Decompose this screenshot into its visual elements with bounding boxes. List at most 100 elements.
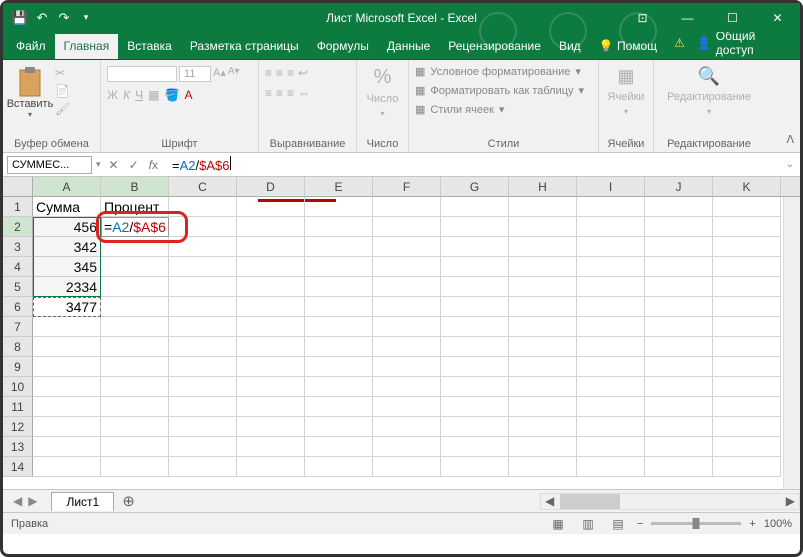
cell[interactable] [577, 257, 645, 277]
bold-icon[interactable]: Ж [107, 88, 118, 102]
cell[interactable] [373, 277, 441, 297]
vertical-scrollbar[interactable] [783, 197, 800, 489]
cell[interactable] [645, 417, 713, 437]
font-color-icon[interactable]: A [184, 88, 192, 102]
cell[interactable] [645, 257, 713, 277]
page-break-view-icon[interactable]: ▤ [607, 515, 629, 533]
decrease-font-icon[interactable]: A▾ [228, 66, 240, 82]
cell[interactable] [645, 337, 713, 357]
cell[interactable] [305, 397, 373, 417]
underline-icon[interactable]: Ч [135, 88, 143, 102]
cell[interactable] [441, 337, 509, 357]
cell-b1[interactable]: Процент [101, 197, 169, 217]
cell[interactable] [509, 197, 577, 217]
cell[interactable] [713, 377, 781, 397]
tab-home[interactable]: Главная [55, 34, 119, 59]
border-icon[interactable]: ▦ [148, 88, 159, 102]
cell[interactable] [373, 197, 441, 217]
cell[interactable] [373, 337, 441, 357]
fill-color-icon[interactable]: 🪣 [165, 88, 180, 102]
col-header-h[interactable]: H [509, 177, 577, 196]
cell-b2[interactable]: =A2/$A$6 [101, 217, 169, 237]
cell[interactable] [441, 377, 509, 397]
cell-a2[interactable]: 456 [33, 217, 101, 237]
cell[interactable] [305, 317, 373, 337]
row-header[interactable]: 4 [3, 257, 33, 277]
cell[interactable] [509, 317, 577, 337]
cell[interactable] [441, 317, 509, 337]
cell[interactable] [713, 397, 781, 417]
cell-a1[interactable]: Сумма [33, 197, 101, 217]
minimize-icon[interactable]: ― [665, 3, 710, 32]
cell[interactable] [713, 457, 781, 477]
cell[interactable] [305, 257, 373, 277]
cell[interactable] [645, 297, 713, 317]
cell[interactable] [237, 437, 305, 457]
copy-icon[interactable]: 📄 [55, 84, 70, 98]
cell[interactable] [237, 217, 305, 237]
cell[interactable] [509, 377, 577, 397]
row-header[interactable]: 9 [3, 357, 33, 377]
new-sheet-icon[interactable]: ⊕ [114, 492, 143, 510]
cell[interactable] [713, 197, 781, 217]
align-center-icon[interactable]: ≡ [276, 86, 283, 100]
cell[interactable] [237, 417, 305, 437]
tab-data[interactable]: Данные [378, 34, 439, 59]
cell[interactable] [509, 237, 577, 257]
cell[interactable] [577, 197, 645, 217]
cell[interactable] [373, 317, 441, 337]
normal-view-icon[interactable]: ▦ [547, 515, 569, 533]
row-header[interactable]: 8 [3, 337, 33, 357]
zoom-in-icon[interactable]: + [749, 518, 755, 530]
cell[interactable] [509, 337, 577, 357]
col-header-i[interactable]: I [577, 177, 645, 196]
cell[interactable] [33, 437, 101, 457]
cell[interactable] [169, 317, 237, 337]
cell[interactable] [237, 337, 305, 357]
align-middle-icon[interactable]: ≡ [276, 66, 283, 80]
horizontal-scrollbar[interactable]: ◀ ▶ [540, 493, 800, 510]
scroll-thumb[interactable] [560, 494, 620, 509]
cell[interactable] [713, 437, 781, 457]
cell[interactable] [237, 257, 305, 277]
cell[interactable] [577, 337, 645, 357]
cell[interactable] [101, 317, 169, 337]
cell[interactable] [373, 217, 441, 237]
cell[interactable] [441, 217, 509, 237]
cell[interactable] [237, 297, 305, 317]
cell[interactable] [373, 437, 441, 457]
cell[interactable] [169, 197, 237, 217]
cell[interactable] [441, 357, 509, 377]
cell[interactable] [713, 237, 781, 257]
cell[interactable] [169, 357, 237, 377]
cell[interactable] [33, 457, 101, 477]
cell[interactable] [441, 457, 509, 477]
merge-icon[interactable]: ⇔ [298, 86, 310, 100]
cell[interactable] [713, 337, 781, 357]
align-left-icon[interactable]: ≡ [265, 86, 272, 100]
cancel-formula-icon[interactable]: ✕ [109, 158, 119, 172]
cell[interactable] [169, 457, 237, 477]
cell[interactable] [237, 377, 305, 397]
cell[interactable] [509, 277, 577, 297]
cell[interactable] [101, 237, 169, 257]
scroll-right-icon[interactable]: ▶ [782, 494, 799, 508]
cell[interactable] [305, 277, 373, 297]
cell[interactable] [441, 257, 509, 277]
qat-dropdown-icon[interactable]: ▾ [77, 9, 95, 27]
cell[interactable] [305, 437, 373, 457]
cell-a6[interactable]: 3477 [33, 297, 101, 317]
cell[interactable] [577, 277, 645, 297]
cell[interactable] [373, 257, 441, 277]
tab-file[interactable]: Файл [7, 34, 55, 59]
expand-formula-bar-icon[interactable]: ⌄ [780, 159, 800, 170]
col-header-b[interactable]: B [101, 177, 169, 196]
cell[interactable] [305, 217, 373, 237]
col-header-k[interactable]: K [713, 177, 781, 196]
cell[interactable] [33, 317, 101, 337]
cell[interactable] [373, 397, 441, 417]
collapse-ribbon-icon[interactable]: ᐱ [786, 133, 794, 146]
wrap-text-icon[interactable]: ↩ [298, 66, 308, 80]
cell-a3[interactable]: 342 [33, 237, 101, 257]
cell[interactable] [101, 297, 169, 317]
